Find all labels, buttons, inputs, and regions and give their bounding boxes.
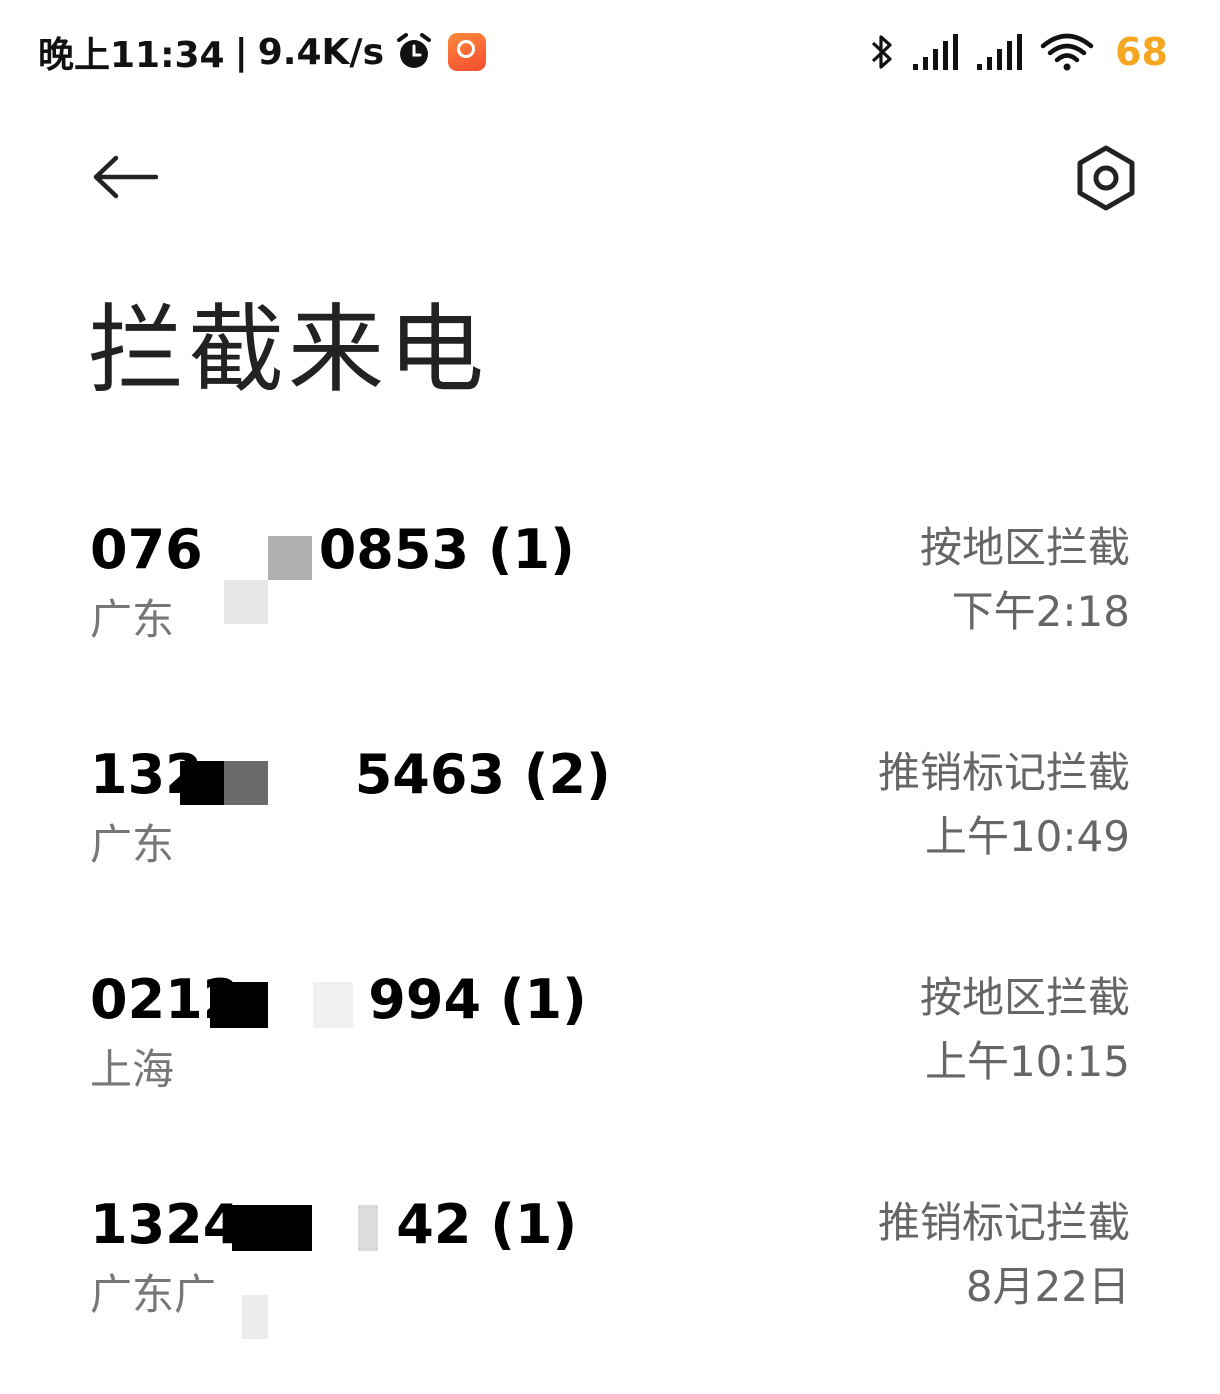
call-region: 上海 <box>90 1045 175 1094</box>
alarm-icon <box>397 33 431 68</box>
call-region: 广东 <box>90 595 175 644</box>
call-number: 076 0853 (1) <box>90 518 575 582</box>
status-right: 68 <box>867 28 1168 76</box>
call-number: 132 5463 (2) <box>90 743 611 807</box>
status-left: 晚上11:34 | 9.4K/s <box>38 28 486 76</box>
redaction-mask <box>313 982 353 1028</box>
call-time: 8月22日 <box>965 1262 1130 1311</box>
call-region: 广东 <box>90 820 175 869</box>
redaction-mask <box>224 761 268 805</box>
call-number-suffix: 994 (1) <box>368 968 587 1031</box>
status-time: 晚上11:34 <box>38 35 225 76</box>
block-reason: 按地区拦截 <box>919 523 1130 572</box>
back-button[interactable] <box>84 142 166 212</box>
settings-button[interactable] <box>1068 140 1144 216</box>
block-reason: 按地区拦截 <box>919 973 1130 1022</box>
app-notification-icon <box>448 33 486 71</box>
redaction-mask <box>268 536 312 580</box>
list-item[interactable]: 1324 42 (1) 广东广 推销标记拦截 8月22日 <box>0 1175 1220 1355</box>
list-item[interactable]: 132 5463 (2) 广东 推销标记拦截 上午10:49 <box>0 725 1220 905</box>
list-item[interactable]: 076 0853 (1) 广东 按地区拦截 下午2:18 <box>0 500 1220 680</box>
status-bar: 晚上11:34 | 9.4K/s 68 <box>0 0 1220 105</box>
status-separator: | <box>234 31 248 73</box>
call-time: 上午10:15 <box>924 1037 1130 1086</box>
wifi-icon <box>1040 33 1094 71</box>
page-title: 拦截来电 <box>88 294 488 406</box>
redaction-mask <box>180 761 224 805</box>
redaction-mask <box>358 1205 378 1251</box>
call-number-suffix: 5463 (2) <box>354 743 611 806</box>
battery-level: 68 <box>1115 30 1168 74</box>
hexagon-settings-icon <box>1077 145 1135 211</box>
call-time: 下午2:18 <box>951 587 1130 636</box>
redaction-mask <box>224 580 268 624</box>
call-number-prefix: 1324 <box>90 1193 241 1256</box>
call-number-suffix: 42 (1) <box>396 1193 578 1256</box>
status-net-speed: 9.4K/s <box>257 31 384 73</box>
signal-icon <box>913 34 959 70</box>
block-reason: 推销标记拦截 <box>877 748 1130 797</box>
bluetooth-icon <box>872 35 892 69</box>
block-reason: 推销标记拦截 <box>877 1198 1130 1247</box>
arrow-left-icon <box>93 155 159 199</box>
call-number-prefix: 076 <box>90 518 203 581</box>
call-number: 1324 42 (1) <box>90 1193 577 1257</box>
list-item[interactable]: 0212 994 (1) 上海 按地区拦截 上午10:15 <box>0 950 1220 1130</box>
call-time: 上午10:49 <box>924 812 1130 861</box>
call-number-suffix: 0853 (1) <box>318 518 575 581</box>
call-region: 广东广 <box>90 1270 217 1319</box>
signal-icon <box>977 34 1023 70</box>
redaction-mask <box>242 1295 268 1339</box>
redaction-mask <box>232 1205 312 1251</box>
redaction-mask <box>210 982 268 1028</box>
